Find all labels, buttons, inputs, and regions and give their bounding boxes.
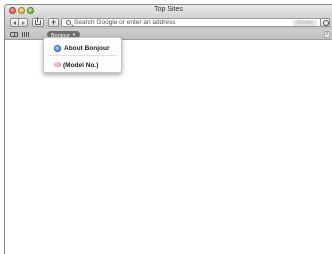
bonjour-dropdown-menu: About Bonjour (Model No.) [43,37,122,73]
menu-item-about-bonjour[interactable]: About Bonjour [54,43,110,53]
top-sites-grid-icon[interactable] [22,32,29,37]
forward-arrow-icon [21,20,25,25]
address-placeholder: Search Google or enter an address [74,19,176,26]
bonjour-icon [54,44,61,52]
title-bar: Top Sites [5,5,332,16]
menu-item-model-no[interactable]: (Model No.) [54,60,98,70]
window-title: Top Sites [154,6,183,13]
share-icon [35,17,41,25]
search-icon [66,20,71,25]
add-bookmark-button[interactable]: + [48,18,59,27]
back-button[interactable] [10,18,19,27]
back-arrow-icon [13,20,16,25]
forward-button[interactable] [19,18,28,27]
menu-separator [48,55,117,56]
toolbar: + Search Google or enter an address Read… [5,16,332,29]
reload-button[interactable] [320,18,330,27]
reader-button[interactable]: Reader [292,20,317,26]
share-button[interactable] [32,17,44,27]
menu-item-label: (Model No.) [63,61,99,69]
menu-item-label: About Bonjour [64,44,110,52]
bookmarks-overflow-button[interactable]: » [324,31,330,38]
reading-list-icon[interactable] [10,32,18,37]
device-icon [54,62,61,68]
address-field[interactable]: Search Google or enter an address Reader [61,18,321,27]
